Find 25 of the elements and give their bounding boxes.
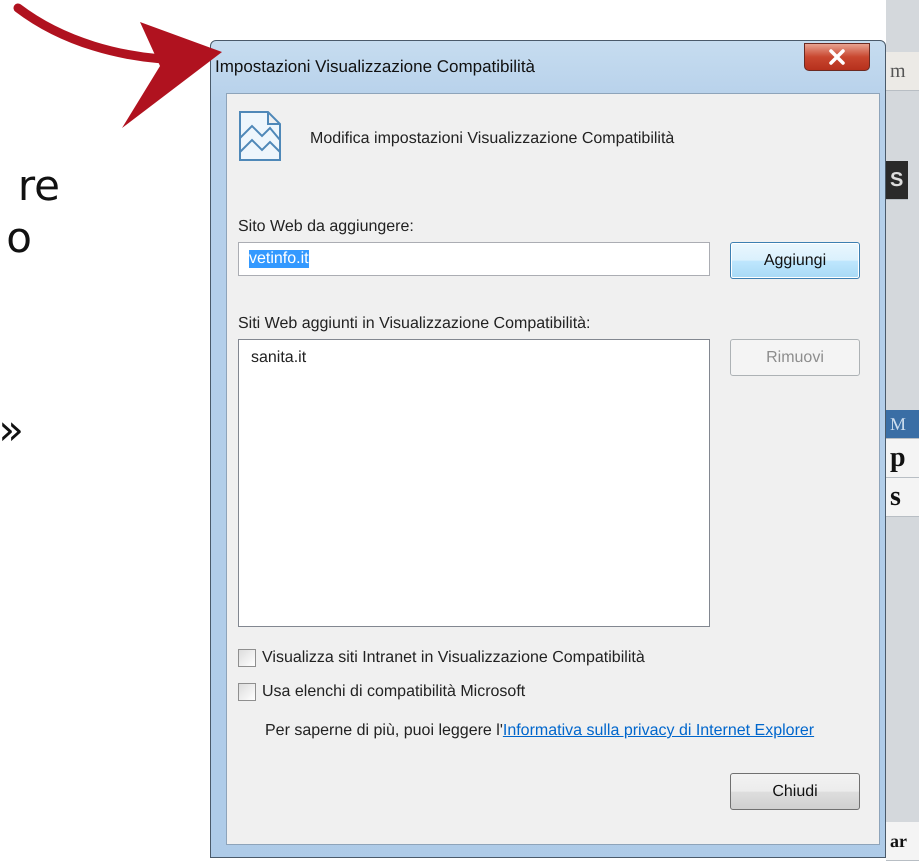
privacy-link[interactable]: Informativa sulla privacy di Internet Explorer bbox=[502, 722, 814, 739]
close-icon bbox=[827, 49, 847, 65]
page-text: m bbox=[886, 52, 919, 91]
slide-text: » bbox=[0, 404, 24, 456]
slide-text: o bbox=[6, 212, 32, 264]
info-text: Per saperne di più, puoi leggere l'Informativa sulla privacy di Internet Explorer bbox=[265, 721, 816, 741]
checkbox-label: Visualizza siti Intranet in Visualizzazione Compatibilità bbox=[262, 649, 645, 667]
list-item[interactable]: sanita.it bbox=[249, 348, 308, 368]
page-text: M bbox=[886, 410, 919, 439]
page-text: ar bbox=[886, 822, 919, 861]
page-text: S bbox=[886, 161, 908, 200]
add-button[interactable]: Aggiungi bbox=[730, 242, 860, 279]
window-title: Impostazioni Visualizzazione Compatibilità bbox=[215, 57, 536, 77]
close-dialog-button[interactable]: Chiudi bbox=[730, 773, 860, 810]
close-button[interactable] bbox=[804, 43, 870, 71]
list-label: Siti Web aggiunti in Visualizzazione Compatibilità: bbox=[238, 315, 592, 333]
document-icon bbox=[238, 110, 282, 162]
field-label: Sito Web da aggiungere: bbox=[238, 218, 415, 236]
checkbox-label: Usa elenchi di compatibilità Microsoft bbox=[262, 683, 526, 701]
checkbox[interactable] bbox=[238, 649, 256, 667]
page-text: s bbox=[886, 478, 919, 517]
dialog-heading: Modifica impostazioni Visualizzazione Compatibilità bbox=[310, 130, 674, 148]
page-text: p bbox=[886, 439, 919, 478]
slide-text: re bbox=[18, 160, 60, 212]
checkbox[interactable] bbox=[238, 683, 256, 701]
